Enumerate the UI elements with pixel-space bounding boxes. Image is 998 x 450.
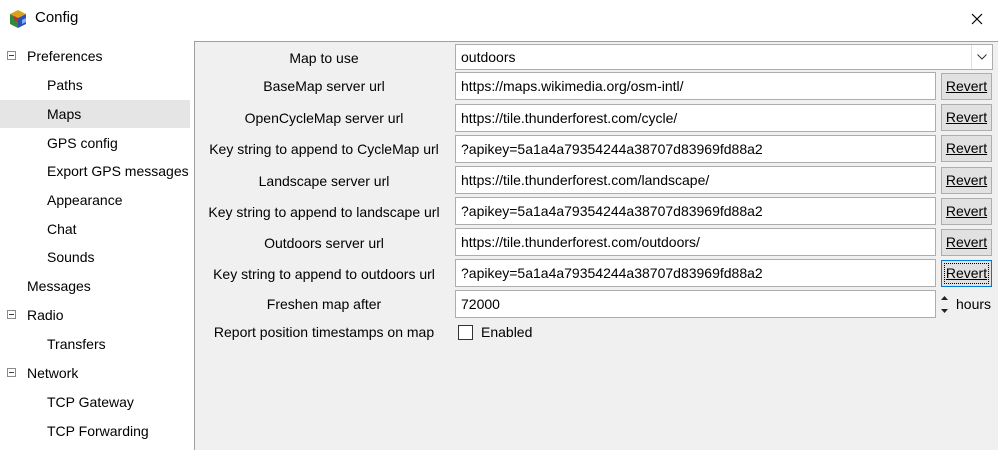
- revert-landscape-key-button[interactable]: Revert: [941, 198, 992, 225]
- spin-up-icon[interactable]: [939, 291, 950, 304]
- freshen-stepper[interactable]: [939, 291, 950, 317]
- settings-tree: Preferences Paths Maps GPS config Export…: [0, 41, 192, 450]
- tree-item-label: Paths: [47, 77, 83, 93]
- map-to-use-select[interactable]: outdoors: [455, 44, 993, 70]
- tree-item-label: Sounds: [47, 249, 95, 265]
- tree-item-label: Transfers: [47, 336, 106, 352]
- landscape-url-input[interactable]: https://tile.thunderforest.com/landscape…: [455, 166, 936, 194]
- tree-item-preferences[interactable]: Preferences: [0, 42, 190, 70]
- tree-item-sounds[interactable]: Sounds: [0, 243, 190, 271]
- tree-item-label: Maps: [47, 106, 82, 122]
- revert-basemap-url-button[interactable]: Revert: [941, 73, 992, 100]
- tree-item-label: TCP Gateway: [47, 394, 134, 410]
- freshen-unit: hours: [956, 296, 992, 312]
- tree-item-paths[interactable]: Paths: [0, 71, 190, 99]
- app-icon: [9, 9, 27, 29]
- freshen-value: 72000: [461, 296, 500, 312]
- revert-landscape-url-button[interactable]: Revert: [941, 167, 992, 194]
- map-to-use-value: outdoors: [461, 49, 516, 65]
- tree-item-label: Appearance: [47, 192, 123, 208]
- revert-outdoors-key-button[interactable]: Revert: [941, 260, 992, 287]
- freshen-label: Freshen map after: [266, 296, 382, 312]
- tree-item-label: Chat: [47, 221, 77, 237]
- outdoors-url-input[interactable]: https://tile.thunderforest.com/outdoors/: [455, 228, 936, 256]
- cyclemap-key-input[interactable]: ?apikey=5a1a4a79354244a38707d83969fd88a2: [455, 135, 936, 163]
- collapse-icon[interactable]: [7, 368, 16, 377]
- opencyclemap-url-input[interactable]: https://tile.thunderforest.com/cycle/: [455, 104, 936, 132]
- basemap-url-input[interactable]: https://maps.wikimedia.org/osm-intl/: [455, 72, 936, 100]
- landscape-url-value: https://tile.thunderforest.com/landscape…: [461, 172, 710, 188]
- map-to-use-label: Map to use: [289, 50, 359, 66]
- tree-item-label: Messages: [27, 278, 91, 294]
- tree-item-radio[interactable]: Radio: [0, 301, 190, 329]
- basemap-url-value: https://maps.wikimedia.org/osm-intl/: [461, 78, 684, 94]
- tree-item-label: Radio: [27, 307, 64, 323]
- opencyclemap-url-value: https://tile.thunderforest.com/cycle/: [461, 110, 678, 126]
- outdoors-key-label: Key string to append to outdoors url: [213, 266, 435, 282]
- timestamps-label: Report position timestamps on map: [213, 324, 435, 340]
- tree-item-network[interactable]: Network: [0, 359, 190, 387]
- collapse-icon[interactable]: [7, 51, 16, 60]
- revert-outdoors-url-button[interactable]: Revert: [941, 229, 992, 256]
- tree-item-label: Network: [27, 365, 79, 381]
- tree-item-tcp-forwarding[interactable]: TCP Forwarding: [0, 417, 190, 445]
- landscape-key-value: ?apikey=5a1a4a79354244a38707d83969fd88a2: [461, 203, 763, 219]
- revert-opencyclemap-url-button[interactable]: Revert: [941, 104, 992, 131]
- tree-item-gps-config[interactable]: GPS config: [0, 129, 190, 157]
- tree-item-tcp-gateway[interactable]: TCP Gateway: [0, 388, 190, 416]
- tree-item-export-gps-messages[interactable]: Export GPS messages: [0, 157, 190, 185]
- collapse-icon[interactable]: [7, 310, 16, 319]
- window-title: Config: [35, 9, 79, 26]
- outdoors-key-value: ?apikey=5a1a4a79354244a38707d83969fd88a2: [461, 265, 763, 281]
- cyclemap-key-label: Key string to append to CycleMap url: [209, 141, 439, 157]
- cyclemap-key-value: ?apikey=5a1a4a79354244a38707d83969fd88a2: [461, 141, 763, 157]
- landscape-key-input[interactable]: ?apikey=5a1a4a79354244a38707d83969fd88a2: [455, 197, 936, 225]
- tree-item-label: TCP Forwarding: [47, 423, 149, 439]
- tree-item-label: GPS config: [47, 135, 118, 151]
- close-button[interactable]: [956, 3, 998, 35]
- chevron-down-icon[interactable]: [971, 45, 992, 69]
- close-icon: [971, 13, 983, 25]
- opencyclemap-url-label: OpenCycleMap server url: [244, 110, 404, 126]
- freshen-input[interactable]: 72000: [455, 290, 936, 318]
- tree-item-messages[interactable]: Messages: [0, 272, 190, 300]
- basemap-url-label: BaseMap server url: [263, 78, 385, 94]
- tree-item-label: Export GPS messages: [47, 163, 189, 179]
- revert-cyclemap-key-button[interactable]: Revert: [941, 135, 992, 162]
- title-bar: Config: [0, 0, 998, 38]
- tree-item-maps[interactable]: Maps: [0, 100, 190, 128]
- tree-item-label: Preferences: [27, 48, 103, 64]
- landscape-key-label: Key string to append to landscape url: [208, 204, 440, 220]
- landscape-url-label: Landscape server url: [258, 173, 390, 189]
- tree-item-appearance[interactable]: Appearance: [0, 186, 190, 214]
- timestamps-checkbox-label[interactable]: Enabled: [481, 324, 532, 340]
- outdoors-url-label: Outdoors server url: [264, 235, 384, 251]
- outdoors-key-input[interactable]: ?apikey=5a1a4a79354244a38707d83969fd88a2: [455, 259, 936, 287]
- outdoors-url-value: https://tile.thunderforest.com/outdoors/: [461, 234, 700, 250]
- tree-item-transfers[interactable]: Transfers: [0, 330, 190, 358]
- timestamps-checkbox[interactable]: [458, 325, 473, 340]
- tree-item-chat[interactable]: Chat: [0, 215, 190, 243]
- spin-down-icon[interactable]: [939, 304, 950, 317]
